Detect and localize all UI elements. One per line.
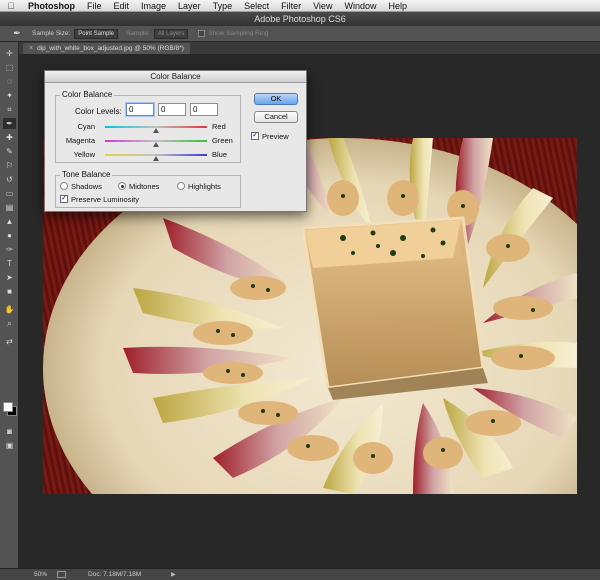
menu-app-name[interactable]: Photoshop	[22, 0, 81, 12]
slider-label-yellow: Yellow	[73, 150, 95, 159]
status-bar: 50% Doc: 7.18M/7.18M ▶	[0, 568, 600, 580]
eraser-tool-icon[interactable]: ▭	[3, 188, 16, 199]
zoom-tool-icon[interactable]: ⌕	[3, 318, 16, 329]
ok-button[interactable]: OK	[254, 93, 298, 105]
blur-tool-icon[interactable]: ▲	[3, 216, 16, 227]
sample-size-select[interactable]: Point Sample	[74, 28, 118, 39]
photoshop-app:  Photoshop File Edit Image Layer Type S…	[0, 0, 600, 580]
preserve-luminosity-checkbox[interactable]: ✓	[60, 195, 68, 203]
color-balance-group-label: Color Balance	[60, 90, 115, 99]
document-info-icon[interactable]	[57, 571, 67, 578]
rectangle-tool-icon[interactable]: ■	[3, 286, 16, 297]
move-tool-icon[interactable]: ✛	[3, 48, 16, 59]
color-level-input-cyan-red[interactable]: 0	[126, 103, 154, 116]
tone-balance-group: Tone Balance Shadows Midtones Highlights…	[55, 170, 241, 208]
preview-checkbox[interactable]: ✓	[251, 132, 259, 140]
show-sampling-ring-checkbox[interactable]	[198, 30, 206, 37]
status-menu-arrow-icon[interactable]: ▶	[171, 571, 176, 578]
document-size: Doc: 7.18M/7.18M	[88, 571, 142, 578]
pen-tool-icon[interactable]: ✑	[3, 244, 16, 255]
tone-balance-group-label: Tone Balance	[60, 170, 113, 179]
magenta-green-slider-thumb[interactable]	[153, 142, 159, 147]
apple-icon[interactable]: 	[0, 1, 22, 11]
slider-label-magenta: Magenta	[65, 136, 95, 145]
preview-label: Preview	[262, 132, 289, 141]
healing-brush-tool-icon[interactable]: ✚	[3, 132, 16, 143]
menu-filter[interactable]: Filter	[275, 0, 307, 12]
document-tab[interactable]: × dip_with_white_box_adjusted.jpg @ 50% …	[23, 43, 190, 54]
menu-help[interactable]: Help	[382, 0, 413, 12]
yellow-blue-slider-thumb[interactable]	[153, 156, 159, 161]
screen-mode-icon[interactable]: ▣	[3, 440, 16, 451]
dialog-title: Color Balance	[45, 71, 306, 83]
menu-image[interactable]: Image	[135, 0, 172, 12]
sample-label: Sample:	[125, 30, 150, 37]
window-title: Adobe Photoshop CS6	[0, 12, 600, 26]
midtones-label: Midtones	[129, 182, 160, 191]
dodge-tool-icon[interactable]: ●	[3, 230, 16, 241]
eyedropper-tool-icon[interactable]: ✒	[3, 118, 16, 129]
quick-mask-icon[interactable]: ◙	[3, 426, 16, 437]
path-selection-tool-icon[interactable]: ➤	[3, 272, 16, 283]
eyedropper-icon[interactable]: ✒	[10, 28, 24, 40]
color-level-input-magenta-green[interactable]: 0	[158, 103, 186, 116]
preserve-luminosity-label: Preserve Luminosity	[71, 195, 139, 204]
shadows-radio[interactable]	[60, 182, 68, 190]
close-icon[interactable]: ×	[29, 43, 33, 54]
show-sampling-ring-label: Show Sampling Ring	[208, 30, 269, 37]
menu-file[interactable]: File	[81, 0, 108, 12]
color-balance-group: Color Balance Color Levels: 0 0 0 Cyan R…	[55, 90, 241, 163]
options-bar: ✒ Sample Size: Point Sample Sample: All …	[0, 26, 600, 42]
slider-label-green: Green	[212, 136, 233, 145]
document-tab-title: dip_with_white_box_adjusted.jpg @ 50% (R…	[37, 45, 184, 52]
menu-layer[interactable]: Layer	[172, 0, 207, 12]
cancel-button[interactable]: Cancel	[254, 111, 298, 123]
lasso-tool-icon[interactable]: ◌	[3, 76, 16, 87]
midtones-radio[interactable]	[118, 182, 126, 190]
menu-edit[interactable]: Edit	[108, 0, 136, 12]
tools-panel: ✛ ⬚ ◌ ✦ ⌗ ✒ ✚ ✎ ⚐ ↺ ▭ ▤ ▲ ● ✑ T ➤ ■ ✋ ⌕ …	[0, 42, 19, 568]
foreground-color-swatch[interactable]	[3, 402, 13, 412]
menu-window[interactable]: Window	[338, 0, 382, 12]
gradient-tool-icon[interactable]: ▤	[3, 202, 16, 213]
clone-stamp-tool-icon[interactable]: ⚐	[3, 160, 16, 171]
slider-label-blue: Blue	[212, 150, 228, 159]
document-tab-bar: × dip_with_white_box_adjusted.jpg @ 50% …	[19, 42, 600, 54]
menu-type[interactable]: Type	[207, 0, 239, 12]
menu-view[interactable]: View	[307, 0, 338, 12]
sample-size-label: Sample Size:	[32, 30, 71, 37]
slider-label-red: Red	[212, 122, 226, 131]
menu-bar:  Photoshop File Edit Image Layer Type S…	[0, 0, 600, 12]
sample-select[interactable]: All Layers	[153, 28, 189, 39]
color-balance-dialog: Color Balance Color Balance Color Levels…	[44, 70, 307, 212]
type-tool-icon[interactable]: T	[3, 258, 16, 269]
swap-colors-icon[interactable]: ⇄	[3, 336, 16, 347]
cyan-red-slider-thumb[interactable]	[153, 128, 159, 133]
highlights-label: Highlights	[188, 182, 221, 191]
shadows-label: Shadows	[71, 182, 102, 191]
marquee-tool-icon[interactable]: ⬚	[3, 62, 16, 73]
brush-tool-icon[interactable]: ✎	[3, 146, 16, 157]
crop-tool-icon[interactable]: ⌗	[3, 104, 16, 115]
menu-select[interactable]: Select	[238, 0, 275, 12]
history-brush-tool-icon[interactable]: ↺	[3, 174, 16, 185]
slider-label-cyan: Cyan	[77, 122, 95, 131]
quick-select-tool-icon[interactable]: ✦	[3, 90, 16, 101]
hand-tool-icon[interactable]: ✋	[3, 304, 16, 315]
color-levels-label: Color Levels:	[75, 107, 122, 116]
color-level-input-yellow-blue[interactable]: 0	[190, 103, 218, 116]
highlights-radio[interactable]	[177, 182, 185, 190]
zoom-level[interactable]: 50%	[34, 571, 47, 578]
